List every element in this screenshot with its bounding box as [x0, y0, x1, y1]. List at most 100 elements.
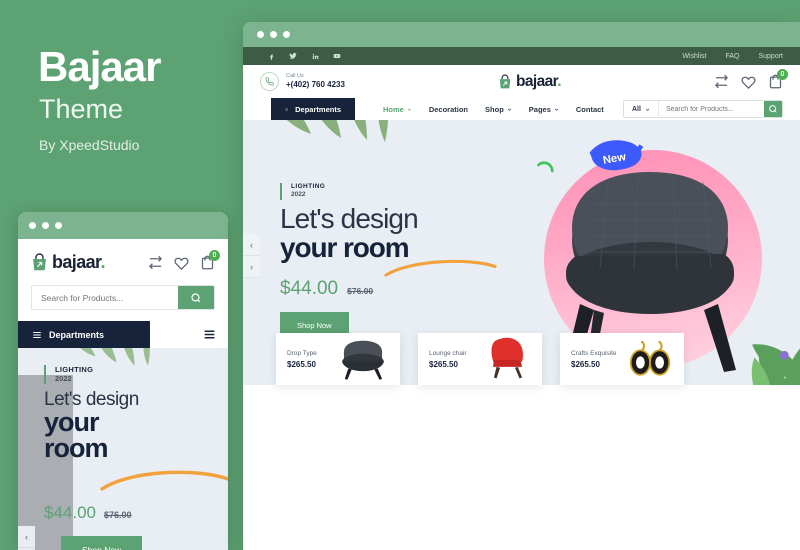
wishlist-heart-icon[interactable]: [174, 255, 189, 270]
hamburger-icon: [285, 108, 288, 110]
topbar-link-faq[interactable]: FAQ: [725, 53, 739, 60]
nav-item-decoration[interactable]: Decoration: [429, 105, 468, 114]
shopping-bag-icon: [33, 252, 46, 270]
mobile-hero: LIGHTING 2022 Let's design your room $44.…: [18, 348, 228, 550]
mobile-header-icons: 0: [148, 249, 220, 270]
call-us-text: Call Us +(402) 760 4233: [286, 73, 345, 90]
chevron-down-icon: [645, 108, 650, 111]
facebook-icon[interactable]: [260, 47, 282, 65]
product-name: Crafts Exquisite: [571, 349, 617, 357]
wingback-red-thumbnail-icon: [491, 337, 523, 379]
linkedin-icon[interactable]: [304, 47, 326, 65]
mobile-menu-toggle[interactable]: [150, 328, 228, 341]
twitter-icon[interactable]: [282, 47, 304, 65]
mobile-search-input[interactable]: [32, 286, 178, 309]
mobile-price-current: $44.00: [44, 503, 96, 522]
topbar-links: Wishlist FAQ Support: [682, 53, 783, 60]
cart-button[interactable]: 0: [768, 69, 788, 89]
earrings-gold-thumbnail-icon: [629, 340, 671, 376]
site-logo[interactable]: bajaar.: [498, 73, 561, 91]
nav-menu: Home Decoration Shop Pages Contact: [355, 98, 604, 120]
mobile-logo[interactable]: bajaar.: [31, 251, 106, 273]
hero-carousel-arrows: ‹ ›: [243, 234, 260, 278]
social-links: [260, 47, 348, 65]
window-dot-red: [257, 31, 264, 38]
search-category-select[interactable]: All: [624, 101, 659, 117]
brand-subtitle: Theme: [39, 94, 124, 124]
nav-item-home[interactable]: Home: [383, 105, 412, 114]
mobile-price-old: $76.00: [104, 510, 132, 520]
hero-eyebrow-title: LIGHTING: [291, 183, 326, 190]
call-us-phone: +(402) 760 4233: [286, 79, 345, 89]
mobile-hero-price: $44.00 $76.00: [44, 503, 132, 523]
hamburger-icon: [33, 331, 41, 338]
hero-heading-line1: Let's design: [280, 203, 419, 234]
departments-button[interactable]: Departments: [271, 98, 355, 120]
product-card[interactable]: Lounge chair $265.50: [418, 333, 542, 385]
chevron-down-icon: [554, 108, 559, 111]
departments-label: Departments: [295, 104, 341, 114]
page-body: Drop Type $265.50 Lounge chair $265.50 C…: [243, 333, 800, 550]
orange-swoosh-icon: [100, 470, 228, 491]
search-button[interactable]: [763, 101, 782, 117]
brand-author: By XpeedStudio: [39, 137, 140, 153]
mobile-cart[interactable]: 0: [200, 249, 220, 270]
desktop-window-chrome: [243, 22, 800, 47]
hero-price-current: $44.00: [280, 278, 339, 299]
menu-hamburger-icon: [204, 330, 215, 339]
window-dot-red: [29, 222, 36, 229]
product-card[interactable]: Drop Type $265.50: [276, 333, 400, 385]
compare-icon[interactable]: [148, 255, 163, 270]
site-header: Call Us +(402) 760 4233 bajaar. 0: [243, 65, 800, 98]
chevron-down-icon: [507, 108, 511, 111]
product-price: $265.50: [287, 359, 316, 369]
hero-carousel-next[interactable]: ›: [243, 256, 260, 278]
orange-swoosh-icon: [384, 259, 497, 277]
nav-item-contact[interactable]: Contact: [576, 105, 604, 114]
topbar-link-wishlist[interactable]: Wishlist: [682, 53, 706, 60]
header-icons: 0: [714, 69, 788, 89]
product-card[interactable]: Crafts Exquisite $265.50: [560, 333, 684, 385]
mobile-hero-eyebrow: LIGHTING 2022: [44, 365, 93, 384]
chevron-down-icon: [407, 108, 412, 111]
window-dot-green: [283, 31, 290, 38]
youtube-icon[interactable]: [326, 47, 348, 65]
product-name: Drop Type: [287, 349, 317, 357]
product-price: $265.50: [429, 359, 458, 369]
mobile-departments-row: Departments: [18, 321, 228, 348]
product-search-bar: All: [623, 100, 783, 118]
hero-eyebrow-year: 2022: [291, 191, 306, 199]
green-leaves-decoration-icon: [751, 344, 800, 385]
armchair-dark-thumbnail-icon: [342, 340, 384, 380]
featured-products-strip: Drop Type $265.50 Lounge chair $265.50 C…: [276, 333, 684, 385]
nav-item-pages[interactable]: Pages: [529, 105, 559, 114]
hero-eyebrow: LIGHTING 2022: [280, 183, 325, 200]
mobile-search-button[interactable]: [178, 286, 214, 309]
window-dot-yellow: [270, 31, 277, 38]
call-us-block[interactable]: Call Us +(402) 760 4233: [260, 72, 345, 91]
search-icon: [769, 105, 777, 113]
mobile-carousel-prev[interactable]: ‹: [18, 526, 35, 548]
mobile-logo-text: bajaar.: [52, 251, 106, 272]
mobile-departments-button[interactable]: Departments: [18, 321, 150, 348]
mobile-hero-eyebrow-title: LIGHTING: [55, 365, 94, 374]
nav-item-shop[interactable]: Shop: [485, 105, 512, 114]
wishlist-heart-icon[interactable]: [741, 74, 756, 89]
hero-price: $44.00 $76.00: [280, 278, 373, 300]
search-category-value: All: [632, 105, 641, 113]
mobile-window-chrome: [18, 212, 228, 239]
product-card-text: Drop Type $265.50: [287, 350, 317, 369]
mobile-shop-now-button[interactable]: Shop Now: [61, 536, 143, 550]
mobile-search-bar[interactable]: [31, 285, 215, 310]
site-logo-text: bajaar.: [516, 72, 561, 90]
compare-icon[interactable]: [714, 74, 729, 89]
hero-carousel-prev[interactable]: ‹: [243, 234, 260, 256]
mobile-cart-badge: 0: [209, 249, 220, 261]
mobile-departments-label: Departments: [49, 329, 105, 340]
window-dot-yellow: [42, 222, 49, 229]
search-input[interactable]: [658, 101, 764, 117]
desktop-preview-mockup: Wishlist FAQ Support Call Us +(402) 760 …: [243, 22, 800, 550]
hero-price-old: $76.00: [347, 286, 374, 296]
mobile-hero-eyebrow-year: 2022: [55, 374, 72, 384]
topbar-link-support[interactable]: Support: [758, 53, 783, 60]
